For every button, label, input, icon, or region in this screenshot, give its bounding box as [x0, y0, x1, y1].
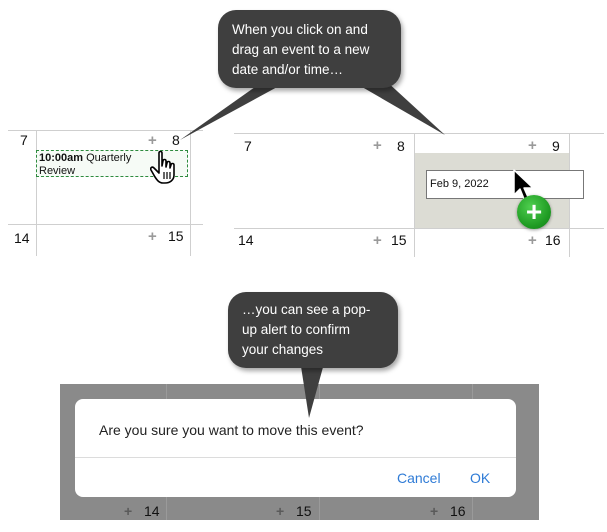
- grid-line: [36, 130, 37, 256]
- plus-icon[interactable]: +: [373, 233, 382, 248]
- day-number: 15: [391, 232, 407, 248]
- plus-icon: +: [430, 503, 439, 519]
- dialog-divider: [75, 457, 516, 458]
- plus-icon[interactable]: +: [148, 133, 157, 148]
- day-number: 7: [20, 132, 28, 148]
- callout-line: up alert to confirm: [242, 322, 351, 337]
- ok-button[interactable]: OK: [470, 470, 490, 486]
- day-number: 16: [545, 232, 561, 248]
- callout-pointer: [300, 360, 325, 418]
- cancel-button[interactable]: Cancel: [397, 470, 441, 486]
- grid-line: [8, 224, 203, 225]
- event-title-cont: Review: [39, 165, 76, 177]
- day-number: 14: [14, 230, 30, 246]
- day-number: 14: [238, 232, 254, 248]
- plus-icon[interactable]: +: [528, 233, 537, 248]
- plus-icon[interactable]: +: [148, 229, 157, 244]
- drop-date-tooltip: Feb 9, 2022: [426, 170, 584, 199]
- day-number: 9: [552, 138, 560, 154]
- instruction-callout: When you click on and drag an event to a…: [218, 10, 401, 88]
- plus-icon: +: [124, 503, 133, 519]
- event-time: 10:00am: [39, 152, 84, 164]
- dialog-message: Are you sure you want to move this event…: [99, 422, 364, 438]
- day-number: 15: [168, 228, 184, 244]
- day-number: 14: [144, 503, 160, 519]
- add-circle-icon: +: [517, 195, 551, 229]
- callout-line: your changes: [242, 342, 324, 357]
- callout-line: date and/or time…: [232, 62, 344, 77]
- callout-line: When you click on and: [232, 22, 368, 37]
- callout-line: drag an event to a new: [232, 42, 370, 57]
- day-number: 15: [296, 503, 312, 519]
- plus-icon[interactable]: +: [528, 138, 537, 153]
- day-number: 16: [450, 503, 466, 519]
- event-title: Quarterly: [86, 152, 132, 164]
- instruction-callout: …you can see a pop- up alert to confirm …: [228, 292, 398, 368]
- callout-line: …you can see a pop-: [242, 302, 371, 317]
- plus-icon: +: [276, 503, 285, 519]
